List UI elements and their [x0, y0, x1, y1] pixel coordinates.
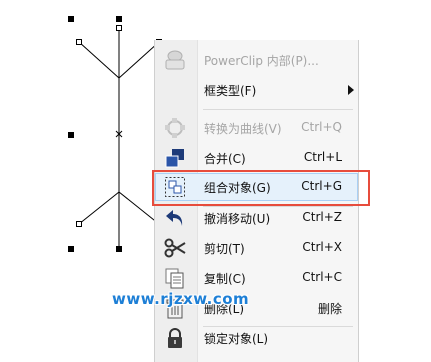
node-handle[interactable]	[116, 25, 122, 31]
powerclip-icon	[163, 48, 187, 72]
menu-item-label: 框类型(F)	[204, 84, 257, 98]
node-handle[interactable]	[76, 221, 82, 227]
menu-item-label: 锁定对象(L)	[204, 332, 269, 346]
drawn-line[interactable]	[78, 41, 120, 79]
menu-item-label: 转换为曲线(V)	[204, 122, 282, 136]
menu-item-powerclip[interactable]: PowerClip 内部(P)...	[155, 46, 358, 74]
convert-to-curves-icon	[163, 116, 187, 140]
menu-item-label: PowerClip 内部(P)...	[204, 54, 319, 68]
copy-icon	[163, 266, 187, 290]
lock-icon	[163, 326, 187, 350]
selection-handle[interactable]	[116, 16, 122, 22]
selection-handle[interactable]	[68, 246, 74, 252]
menu-item-shortcut: Ctrl+Z	[302, 210, 342, 224]
selection-handle[interactable]	[68, 132, 74, 138]
menu-item-shortcut: Ctrl+C	[302, 270, 342, 284]
undo-icon	[163, 206, 187, 230]
menu-item-frame-type[interactable]: 框类型(F)	[155, 76, 358, 104]
menu-item-lock-object[interactable]: 锁定对象(L)	[155, 324, 358, 352]
annotation-highlight-box	[152, 170, 370, 206]
menu-item-copy[interactable]: 复制(C) Ctrl+C	[155, 264, 358, 292]
menu-item-label: 复制(C)	[204, 272, 246, 286]
submenu-arrow-icon	[348, 85, 354, 95]
menu-item-shortcut: Ctrl+L	[303, 150, 342, 164]
menu-item-combine[interactable]: 合并(C) Ctrl+L	[155, 144, 358, 172]
selection-handle[interactable]	[68, 16, 74, 22]
menu-item-shortcut: Ctrl+Q	[301, 120, 342, 134]
menu-item-cut[interactable]: 剪切(T) Ctrl+X	[155, 234, 358, 262]
menu-item-shortcut: Ctrl+X	[302, 240, 342, 254]
menu-item-label: 撤消移动(U)	[204, 212, 271, 226]
menu-item-undo-move[interactable]: 撤消移动(U) Ctrl+Z	[155, 204, 358, 232]
scissors-icon	[163, 236, 187, 260]
combine-icon	[163, 146, 187, 170]
menu-item-convert-to-curves[interactable]: 转换为曲线(V) Ctrl+Q	[155, 114, 358, 142]
drawn-line[interactable]	[118, 41, 160, 79]
watermark-text: www.rjzxw.com	[112, 290, 250, 308]
menu-item-label: 合并(C)	[204, 152, 246, 166]
node-handle[interactable]	[76, 39, 82, 45]
menu-separator	[203, 109, 353, 110]
selection-handle[interactable]	[116, 246, 122, 252]
menu-item-label: 剪切(T)	[204, 242, 245, 256]
drawn-line[interactable]	[78, 191, 120, 225]
menu-item-shortcut: 删除	[317, 302, 342, 316]
